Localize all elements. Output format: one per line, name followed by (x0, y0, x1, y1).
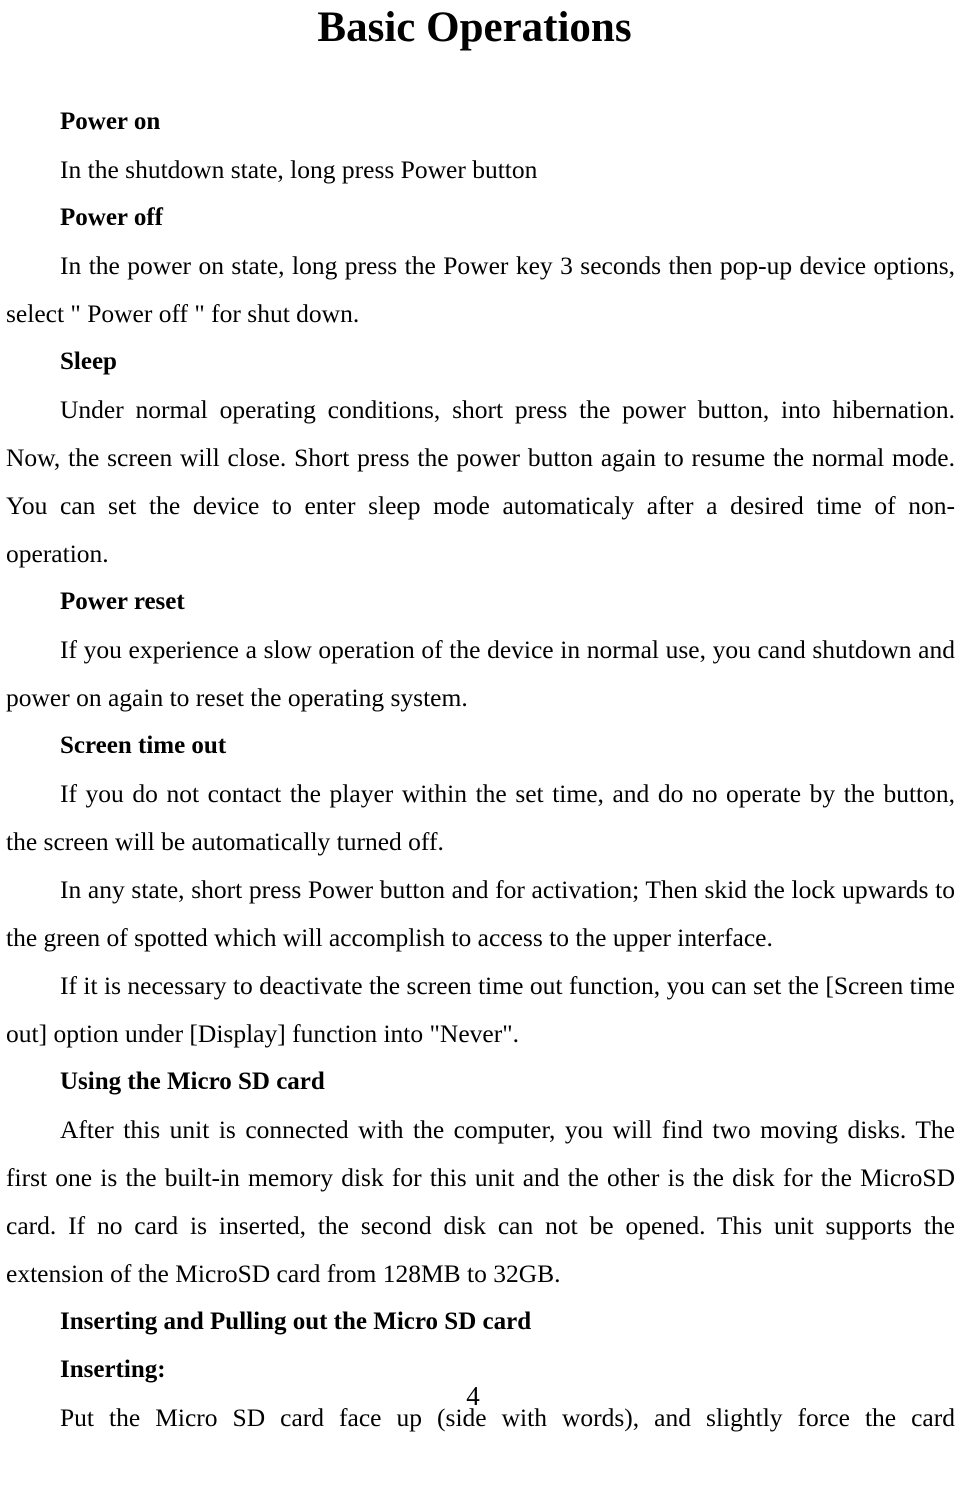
document-page: Basic Operations Power on In the shutdow… (0, 0, 960, 1432)
section-body-using-micro-sd-card: After this unit is connected with the co… (6, 1115, 955, 1288)
section-heading-sleep: Sleep (60, 348, 117, 375)
section-body-sleep: Under normal operating conditions, short… (6, 395, 955, 568)
page-number: 4 (466, 1381, 480, 1411)
section-heading-power-on: Power on (60, 108, 161, 135)
section-heading-screen-time-out: Screen time out (60, 732, 227, 759)
title-spacer (6, 54, 955, 98)
section-heading-power-off: Power off (60, 204, 163, 231)
section-body-screen-time-out-3: If it is necessary to deactivate the scr… (6, 971, 955, 1048)
page-title: Basic Operations (317, 4, 632, 51)
section-heading-inserting-pulling-out: Inserting and Pulling out the Micro SD c… (60, 1308, 532, 1335)
section-body-power-on: In the shutdown state, long press Power … (60, 155, 538, 184)
section-body-screen-time-out-1: If you do not contact the player within … (6, 779, 955, 856)
section-heading-power-reset: Power reset (60, 588, 185, 615)
section-body-screen-time-out-2: In any state, short press Power button a… (6, 875, 955, 952)
section-body-power-reset: If you experience a slow operation of th… (6, 635, 955, 712)
section-body-power-off: In the power on state, long press the Po… (6, 251, 955, 328)
section-heading-using-micro-sd-card: Using the Micro SD card (60, 1068, 325, 1095)
